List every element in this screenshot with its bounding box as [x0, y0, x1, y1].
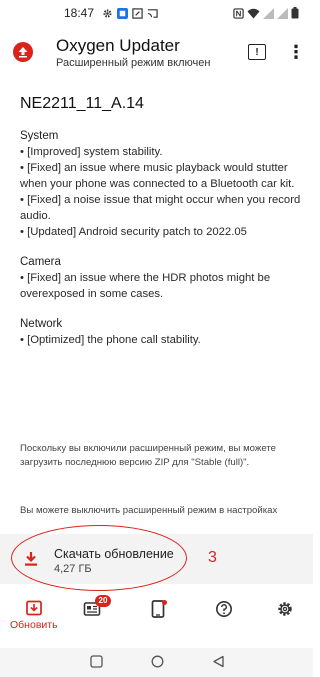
- device-alert-dot: [162, 600, 167, 605]
- nfc-icon: [233, 7, 244, 19]
- app-logo-icon: [13, 42, 33, 62]
- nav-news[interactable]: 20: [83, 595, 111, 618]
- settings-icon: [278, 602, 292, 616]
- app-title: Oxygen Updater: [56, 36, 180, 55]
- signal-icon: [263, 7, 274, 19]
- nav-update-label: Обновить: [10, 619, 58, 631]
- annotation-circle: [11, 525, 187, 591]
- message-alert-icon[interactable]: !: [248, 44, 266, 60]
- system-update-icon: [25, 600, 42, 616]
- advanced-mode-notice: Поскольку вы включили расширенный режим,…: [20, 443, 276, 468]
- app-bar: Oxygen Updater Расширенный режим включен…: [0, 28, 313, 76]
- home-icon[interactable]: [151, 655, 164, 668]
- news-count-badge: 20: [95, 595, 111, 607]
- nav-update[interactable]: Обновить: [10, 600, 58, 631]
- recents-icon[interactable]: [90, 655, 103, 668]
- app-titles: Oxygen Updater Расширенный режим включен: [56, 36, 210, 70]
- nav-help[interactable]: [215, 600, 233, 618]
- system-nav-bar: [0, 648, 313, 677]
- changelog-item: • [Fixed] a noise issue that might occur…: [20, 194, 301, 222]
- annotation-number: 3: [208, 549, 217, 566]
- overflow-menu-icon[interactable]: ⋮: [287, 43, 305, 63]
- changelog-item: • [Updated] Android security patch to 20…: [20, 226, 247, 238]
- changelog-item: • [Improved] system stability.: [20, 146, 163, 158]
- section-title: Camera: [20, 256, 61, 268]
- status-bar: 18:47: [0, 0, 313, 26]
- changelog-section: Camera • [Fixed] an issue where the HDR …: [20, 254, 305, 302]
- bottom-nav: Обновить 20: [0, 592, 313, 642]
- section-title: Network: [20, 318, 63, 330]
- app-notification-icon: [117, 7, 129, 19]
- system-status-icons: [233, 7, 299, 19]
- nav-device[interactable]: [151, 600, 167, 618]
- nav-settings[interactable]: [276, 600, 294, 618]
- changelog-section: Network • [Optimized] the phone call sta…: [20, 316, 305, 348]
- app-subtitle: Расширенный режим включен: [56, 57, 211, 69]
- cast-icon: [147, 8, 158, 18]
- changelog-section: System • [Improved] system stability. • …: [20, 128, 305, 240]
- gear-icon: [103, 8, 112, 18]
- update-version: NE2211_11_A.14: [20, 95, 144, 112]
- changelog-item: • [Optimized] the phone call stability.: [20, 334, 201, 346]
- advanced-mode-disable-notice: Вы можете выключить расширенный режим в …: [20, 505, 278, 516]
- signal2-icon: [277, 7, 288, 19]
- notification-icons: [102, 7, 158, 19]
- changelog-item: • [Fixed] an issue where music playback …: [20, 162, 295, 190]
- battery-icon: [291, 7, 299, 19]
- screenshot-icon: [132, 7, 143, 19]
- changelog-content: NE2211_11_A.14 System • [Improved] syste…: [20, 94, 305, 362]
- help-icon: [216, 601, 232, 617]
- device-icon-wrap: [151, 600, 167, 618]
- changelog-item: • [Fixed] an issue where the HDR photos …: [20, 272, 271, 300]
- section-title: System: [20, 130, 59, 142]
- wifi-icon: [247, 8, 260, 18]
- status-time: 18:47: [64, 6, 95, 20]
- news-icon-wrap: 20: [83, 595, 111, 618]
- back-icon[interactable]: [212, 655, 225, 668]
